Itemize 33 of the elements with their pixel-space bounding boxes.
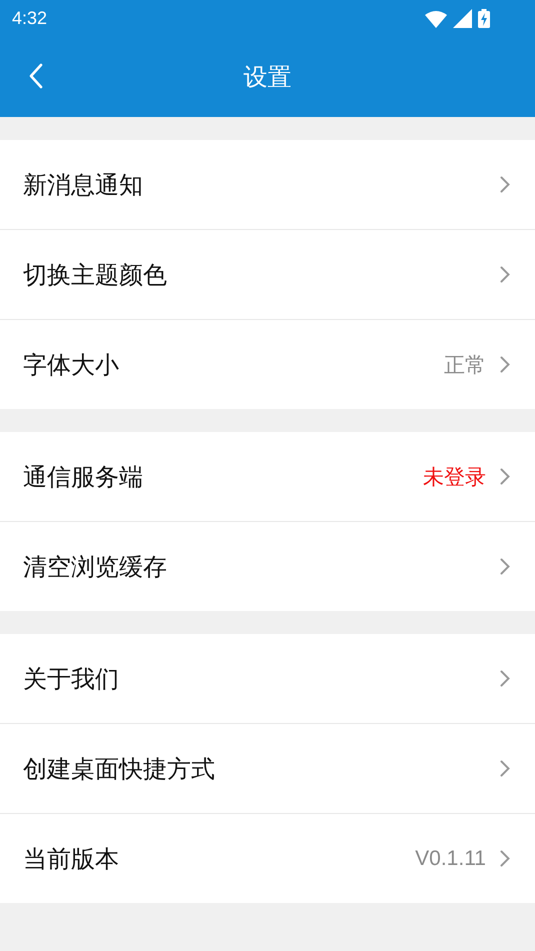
chevron-icon — [500, 760, 510, 777]
signal-icon — [453, 9, 472, 28]
row-value: 未登录 — [423, 464, 486, 490]
status-time: 4:32 — [12, 8, 48, 29]
settings-row[interactable]: 通信服务端 未登录 — [0, 432, 535, 522]
row-label: 关于我们 — [23, 664, 120, 694]
battery-charging-icon — [478, 9, 490, 28]
row-label: 当前版本 — [23, 844, 120, 874]
settings-row[interactable]: 切换主题颜色 — [0, 230, 535, 320]
settings-row[interactable]: 新消息通知 — [0, 140, 535, 230]
chevron-icon — [500, 670, 510, 687]
row-label: 清空浏览缓存 — [23, 552, 168, 582]
chevron-icon — [500, 468, 510, 485]
row-value: 正常 — [444, 352, 486, 378]
row-label: 创建桌面快捷方式 — [23, 754, 216, 784]
page-title: 设置 — [244, 62, 292, 93]
row-label: 字体大小 — [23, 350, 120, 380]
chevron-icon — [500, 266, 510, 283]
settings-row[interactable]: 字体大小 正常 — [0, 320, 535, 409]
back-button[interactable] — [28, 63, 44, 89]
chevron-icon — [500, 558, 510, 575]
wifi-icon — [425, 10, 447, 28]
settings-row[interactable]: 清空浏览缓存 — [0, 522, 535, 611]
settings-row[interactable]: 关于我们 — [0, 634, 535, 724]
chevron-icon — [500, 356, 510, 373]
row-value: V0.1.11 — [415, 846, 486, 870]
settings-row[interactable]: 创建桌面快捷方式 — [0, 724, 535, 814]
settings-row[interactable]: 当前版本 V0.1.11 — [0, 814, 535, 903]
chevron-icon — [500, 176, 510, 193]
row-label: 切换主题颜色 — [23, 260, 168, 290]
row-label: 通信服务端 — [23, 462, 144, 492]
row-label: 新消息通知 — [23, 170, 144, 200]
chevron-icon — [500, 850, 510, 867]
